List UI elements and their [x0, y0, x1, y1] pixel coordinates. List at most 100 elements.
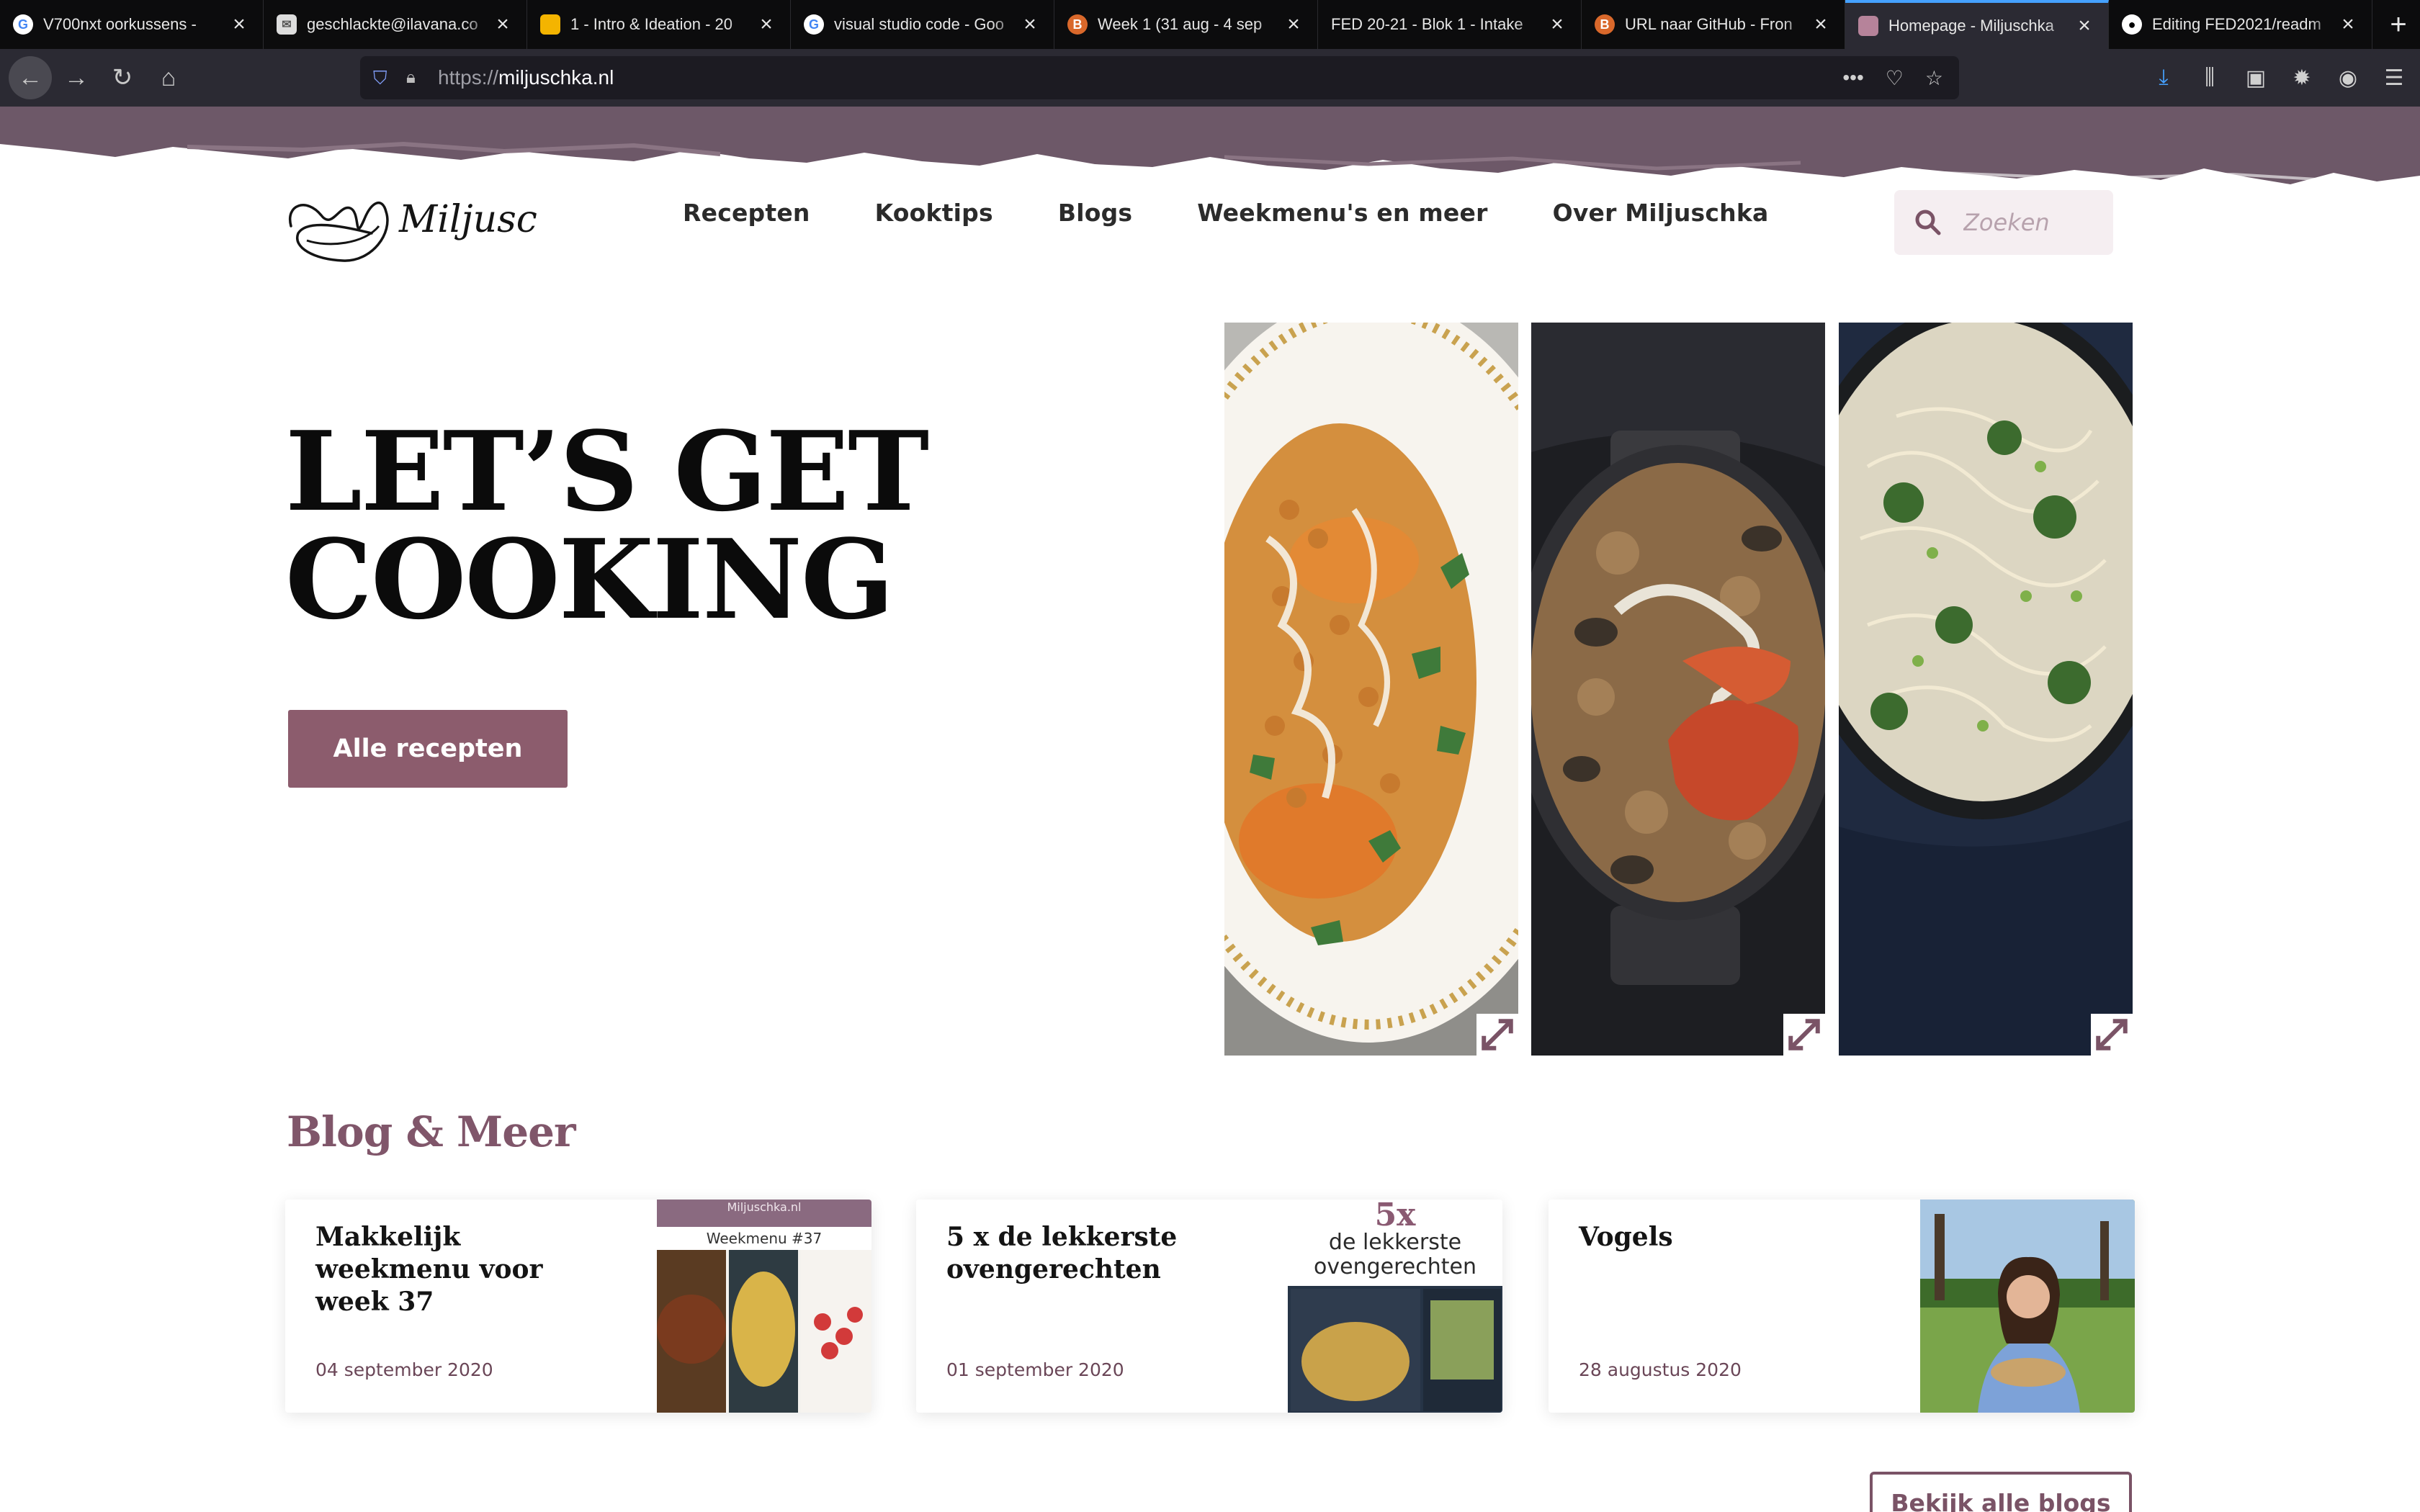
vogels-portrait-image	[1920, 1200, 2135, 1413]
new-tab-button[interactable]: +	[2377, 0, 2420, 49]
blog-card-thumbnail[interactable]: Miljuschka.nl Weekmenu #37	[657, 1200, 871, 1413]
logo-text: Miljuschka	[398, 198, 537, 241]
thumbnail-brand: Miljuschka.nl	[727, 1200, 802, 1214]
miljuschka-icon	[1858, 16, 1878, 36]
recipe-photo-paella[interactable]	[1531, 323, 1825, 1056]
search-box[interactable]	[1894, 190, 2113, 255]
close-tab-icon[interactable]: ×	[756, 14, 777, 35]
url-host: miljuschka.nl	[498, 66, 614, 89]
google-icon: G	[13, 14, 33, 35]
nav-link-recepten[interactable]: Recepten	[683, 199, 810, 227]
nav-link-over-miljuschka[interactable]: Over Miljuschka	[1553, 199, 1769, 227]
hero-title-line: LET’S GET	[285, 407, 929, 536]
expand-icon	[1482, 1019, 1513, 1050]
close-tab-icon[interactable]: ×	[492, 14, 514, 35]
back-icon[interactable]: ←	[9, 56, 52, 99]
paella-image	[1531, 323, 1825, 1056]
section-title-blog: Blog & Meer	[287, 1107, 576, 1156]
b-icon: B	[1595, 14, 1615, 35]
tab-title: URL naar GitHub - Fron	[1625, 15, 1793, 33]
browser-tab[interactable]: G V700nxt oorkussens - ×	[0, 0, 264, 49]
tab-title: geschlackte@ilavana.co	[307, 15, 478, 33]
close-tab-icon[interactable]: ×	[1810, 14, 1832, 35]
address-bar[interactable]: ⛉ 🔒︎ https:// miljuschka.nl ••• ♡ ☆	[360, 56, 1959, 99]
browser-tab-bar: G V700nxt oorkussens - × ✉ geschlackte@i…	[0, 0, 2420, 49]
search-icon[interactable]	[1914, 209, 1942, 236]
web-page: Miljuschka Recepten Kooktips Blogs Weekm…	[0, 107, 2420, 1512]
mail-icon: ✉	[277, 14, 297, 35]
main-navigation: Recepten Kooktips Blogs Weekmenu's en me…	[683, 199, 1833, 227]
page-actions-icon[interactable]: •••	[1842, 66, 1863, 90]
thumbnail-caption: Weekmenu #37	[706, 1230, 823, 1247]
forward-icon[interactable]: →	[55, 56, 98, 99]
reload-icon[interactable]: ↻	[101, 56, 144, 99]
blog-card-date: 28 augustus 2020	[1579, 1359, 1742, 1380]
expand-icon	[1788, 1019, 1820, 1050]
blog-card-title[interactable]: 5 x de lekkerste ovengerechten	[946, 1221, 1249, 1286]
blog-card[interactable]: Makkelijk weekmenu voor week 37 04 septe…	[285, 1200, 871, 1413]
browser-tab[interactable]: FED 20-21 - Blok 1 - Intake ×	[1318, 0, 1582, 49]
expand-image-button[interactable]	[1783, 1014, 1825, 1056]
browser-tab[interactable]: B URL naar GitHub - Fron ×	[1582, 0, 1845, 49]
miljuschka-logo[interactable]: Miljuschka	[285, 176, 537, 276]
lock-icon[interactable]: 🔒︎	[406, 68, 428, 88]
bookmark-star-icon[interactable]: ☆	[1925, 66, 1943, 90]
expand-icon	[2096, 1019, 2128, 1050]
tab-title: Week 1 (31 aug - 4 sep	[1098, 15, 1263, 33]
browser-tab[interactable]: G visual studio code - Goo ×	[791, 0, 1054, 49]
all-recipes-button[interactable]: Alle recepten	[288, 710, 568, 788]
blog-card-title[interactable]: Makkelijk weekmenu voor week 37	[315, 1221, 618, 1318]
tab-title: 1 - Intro & Ideation - 20	[570, 15, 733, 33]
close-tab-icon[interactable]: ×	[1019, 14, 1041, 35]
recipe-photo-pasta[interactable]	[1839, 323, 2133, 1056]
menu-icon[interactable]: ☰	[2378, 66, 2410, 91]
close-tab-icon[interactable]: ×	[2337, 14, 2359, 35]
sidebar-icon[interactable]: ▣	[2240, 66, 2272, 91]
expand-image-button[interactable]	[1476, 1014, 1518, 1056]
blog-card[interactable]: Vogels 28 augustus 2020	[1549, 1200, 2135, 1413]
hero-title: LET’S GET COOKING	[285, 407, 929, 644]
tab-title: Editing FED2021/readm	[2152, 15, 2321, 33]
account-icon[interactable]: ◉	[2332, 66, 2364, 91]
tab-title: FED 20-21 - Blok 1 - Intake	[1331, 15, 1523, 33]
extension-icon[interactable]: ✹	[2286, 66, 2318, 91]
browser-tab[interactable]: ● Editing FED2021/readm ×	[2109, 0, 2372, 49]
pocket-icon[interactable]: ♡	[1886, 66, 1904, 90]
browser-tab[interactable]: ✉ geschlackte@ilavana.co ×	[264, 0, 527, 49]
hero-title-line: COOKING	[285, 515, 895, 644]
recipe-photo-chickpeas[interactable]	[1224, 323, 1518, 1056]
slides-icon	[540, 14, 560, 35]
tab-title: V700nxt oorkussens -	[43, 15, 197, 33]
nav-link-blogs[interactable]: Blogs	[1058, 199, 1132, 227]
view-all-blogs-button[interactable]: Bekijk alle blogs	[1870, 1472, 2132, 1512]
search-input[interactable]	[1963, 209, 2093, 236]
chickpea-dish-image	[1224, 323, 1518, 1056]
blog-card-thumbnail[interactable]	[1920, 1200, 2135, 1413]
b-icon: B	[1067, 14, 1088, 35]
blog-card-thumbnail[interactable]: 5x de lekkerste ovengerechten	[1288, 1200, 1502, 1413]
close-tab-icon[interactable]: ×	[228, 14, 250, 35]
blog-card[interactable]: 5 x de lekkerste ovengerechten 01 septem…	[916, 1200, 1502, 1413]
nav-link-kooktips[interactable]: Kooktips	[875, 199, 993, 227]
thumbnail-big-text: 5x	[1374, 1200, 1416, 1233]
blog-card-date: 04 september 2020	[315, 1359, 493, 1380]
download-icon[interactable]: ⤓	[2148, 66, 2179, 90]
close-tab-icon[interactable]: ×	[1546, 14, 1568, 35]
url-scheme: https://	[438, 66, 499, 89]
nav-link-weekmenus[interactable]: Weekmenu's en meer	[1197, 199, 1487, 227]
tab-title: Homepage - Miljuschka	[1888, 17, 2054, 35]
tracking-protection-shield-icon[interactable]: ⛉	[373, 67, 395, 89]
browser-tab[interactable]: B Week 1 (31 aug - 4 sep ×	[1054, 0, 1318, 49]
tab-title: visual studio code - Goo	[834, 15, 1005, 33]
blog-card-date: 01 september 2020	[946, 1359, 1124, 1380]
pasta-image	[1839, 323, 2133, 1056]
browser-tab-active[interactable]: Homepage - Miljuschka ×	[1845, 0, 2109, 49]
browser-tab[interactable]: 1 - Intro & Ideation - 20 ×	[527, 0, 791, 49]
home-icon[interactable]: ⌂	[147, 56, 190, 99]
thumbnail-line2: ovengerechten	[1314, 1254, 1476, 1279]
close-tab-icon[interactable]: ×	[1283, 14, 1304, 35]
blog-card-title[interactable]: Vogels	[1579, 1221, 1881, 1254]
expand-image-button[interactable]	[2091, 1014, 2133, 1056]
close-tab-icon[interactable]: ×	[2074, 15, 2095, 37]
library-icon[interactable]: ⫼	[2194, 66, 2226, 90]
